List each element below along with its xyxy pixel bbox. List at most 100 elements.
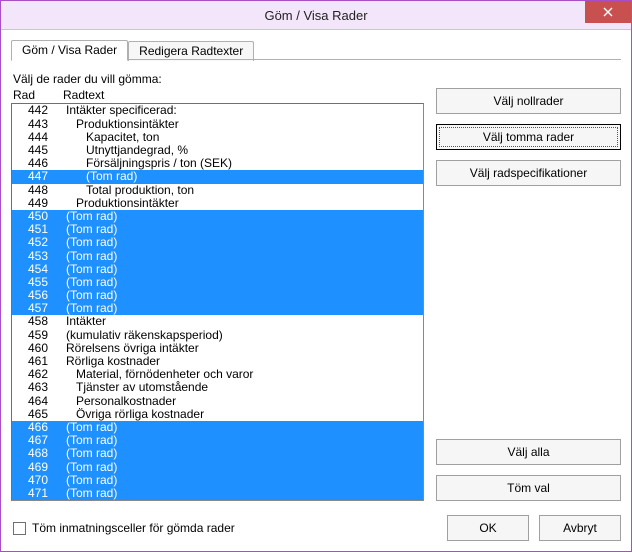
checkbox-box	[13, 522, 26, 535]
list-item[interactable]: 468 (Tom rad)	[12, 447, 423, 460]
list-item[interactable]: 453 (Tom rad)	[12, 249, 423, 262]
list-item[interactable]: 449 Produktionsintäkter	[12, 197, 423, 210]
row-text: Rörliga kostnader	[56, 355, 421, 368]
row-text: (Tom rad)	[56, 236, 421, 249]
list-item[interactable]: 467 (Tom rad)	[12, 434, 423, 447]
row-text: (kumulativ räkenskapsperiod)	[56, 329, 421, 342]
list-item[interactable]: 456 (Tom rad)	[12, 289, 423, 302]
list-headers: Rad Radtext	[11, 88, 424, 103]
row-number: 462	[16, 368, 56, 381]
row-text: (Tom rad)	[56, 263, 421, 276]
row-text: Utnyttjandegrad, %	[56, 144, 421, 157]
list-item[interactable]: 444 Kapacitet, ton	[12, 131, 423, 144]
row-number: 450	[16, 210, 56, 223]
row-number: 466	[16, 421, 56, 434]
list-item[interactable]: 465 Övriga rörliga kostnader	[12, 408, 423, 421]
tab-label: Göm / Visa Rader	[22, 43, 117, 57]
list-item[interactable]: 455 (Tom rad)	[12, 276, 423, 289]
spacer	[436, 196, 621, 429]
row-number: 459	[16, 329, 56, 342]
row-number: 453	[16, 250, 56, 263]
row-number: 470	[16, 474, 56, 487]
row-text: (Tom rad)	[56, 223, 421, 236]
row-number: 445	[16, 144, 56, 157]
row-number: 471	[16, 487, 56, 500]
row-text: (Tom rad)	[56, 447, 421, 460]
select-all-button[interactable]: Välj alla	[436, 439, 621, 465]
list-item[interactable]: 457 (Tom rad)	[12, 302, 423, 315]
row-number: 460	[16, 342, 56, 355]
row-text: (Tom rad)	[56, 170, 421, 183]
clear-input-cells-checkbox[interactable]: Töm inmatningsceller för gömda rader	[11, 521, 235, 535]
row-number: 448	[16, 184, 56, 197]
list-item[interactable]: 461 Rörliga kostnader	[12, 355, 423, 368]
row-number: 465	[16, 408, 56, 421]
list-item[interactable]: 470 (Tom rad)	[12, 474, 423, 487]
list-item[interactable]: 460 Rörelsens övriga intäkter	[12, 342, 423, 355]
row-text: Intäkter	[56, 315, 421, 328]
list-item[interactable]: 458 Intäkter	[12, 315, 423, 328]
row-number: 464	[16, 395, 56, 408]
list-item[interactable]: 445 Utnyttjandegrad, %	[12, 144, 423, 157]
row-number: 461	[16, 355, 56, 368]
select-empty-rows-button[interactable]: Välj tomma rader	[436, 124, 621, 150]
checkbox-label: Töm inmatningsceller för gömda rader	[32, 521, 235, 535]
row-text: Intäkter specificerad:	[56, 104, 421, 117]
row-text: Produktionsintäkter	[56, 197, 421, 210]
row-text: Övriga rörliga kostnader	[56, 408, 421, 421]
list-item[interactable]: 454 (Tom rad)	[12, 263, 423, 276]
list-item[interactable]: 452 (Tom rad)	[12, 236, 423, 249]
row-text: (Tom rad)	[56, 302, 421, 315]
list-item[interactable]: 462 Material, förnödenheter och varor	[12, 368, 423, 381]
row-text: (Tom rad)	[56, 474, 421, 487]
tabstrip: Göm / Visa Rader Redigera Radtexter	[11, 38, 621, 60]
list-item[interactable]: 443 Produktionsintäkter	[12, 118, 423, 131]
list-item[interactable]: 451 (Tom rad)	[12, 223, 423, 236]
row-number: 458	[16, 315, 56, 328]
list-item[interactable]: 466 (Tom rad)	[12, 421, 423, 434]
list-item[interactable]: 442 Intäkter specificerad:	[12, 104, 423, 117]
row-number: 452	[16, 236, 56, 249]
row-number: 442	[16, 104, 56, 117]
titlebar: Göm / Visa Rader	[1, 1, 631, 30]
list-item[interactable]: 464 Personalkostnader	[12, 395, 423, 408]
row-number: 463	[16, 381, 56, 394]
row-text: (Tom rad)	[56, 487, 421, 500]
row-text: (Tom rad)	[56, 276, 421, 289]
list-item[interactable]: 448 Total produktion, ton	[12, 184, 423, 197]
row-number: 456	[16, 289, 56, 302]
row-text: Tjänster av utomstående	[56, 381, 421, 394]
list-item[interactable]: 469 (Tom rad)	[12, 460, 423, 473]
side-buttons: Välj nollrader Välj tomma rader Välj rad…	[436, 88, 621, 501]
tab-label: Redigera Radtexter	[139, 44, 243, 58]
row-number: 455	[16, 276, 56, 289]
row-text: (Tom rad)	[56, 289, 421, 302]
row-text: (Tom rad)	[56, 250, 421, 263]
tab-panel: Välj de rader du vill gömma: Rad Radtext…	[11, 60, 621, 541]
list-item[interactable]: 450 (Tom rad)	[12, 210, 423, 223]
ok-button[interactable]: OK	[447, 515, 529, 541]
client-area: Göm / Visa Rader Redigera Radtexter Välj…	[1, 30, 631, 551]
rows-listbox[interactable]: 442 Intäkter specificerad:443 Produktion…	[11, 103, 424, 501]
row-number: 444	[16, 131, 56, 144]
clear-selection-button[interactable]: Töm val	[436, 475, 621, 501]
row-number: 443	[16, 118, 56, 131]
list-item[interactable]: 446 Försäljningspris / ton (SEK)	[12, 157, 423, 170]
list-item[interactable]: 447 (Tom rad)	[12, 170, 423, 183]
row-number: 451	[16, 223, 56, 236]
list-item[interactable]: 471 (Tom rad)	[12, 487, 423, 500]
list-item[interactable]: 459 (kumulativ räkenskapsperiod)	[12, 329, 423, 342]
tab-hide-show-rows[interactable]: Göm / Visa Rader	[11, 40, 128, 61]
window-title: Göm / Visa Rader	[264, 8, 367, 23]
bottom-bar: Töm inmatningsceller för gömda rader OK …	[11, 501, 621, 541]
tab-edit-row-texts[interactable]: Redigera Radtexter	[128, 41, 254, 61]
instruction-text: Välj de rader du vill gömma:	[11, 72, 621, 86]
row-number: 467	[16, 434, 56, 447]
list-item[interactable]: 463 Tjänster av utomstående	[12, 381, 423, 394]
select-row-specs-button[interactable]: Välj radspecifikationer	[436, 160, 621, 186]
row-text: Produktionsintäkter	[56, 118, 421, 131]
cancel-button[interactable]: Avbryt	[539, 515, 621, 541]
close-button[interactable]	[585, 1, 631, 23]
row-number: 457	[16, 302, 56, 315]
select-zero-rows-button[interactable]: Välj nollrader	[436, 88, 621, 114]
